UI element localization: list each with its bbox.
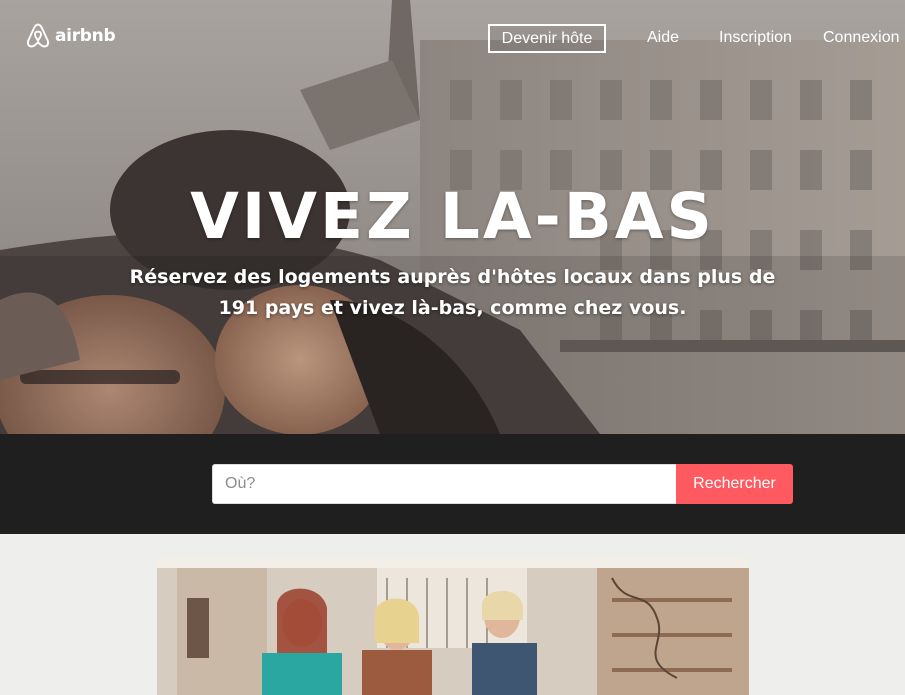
airbnb-logo-icon bbox=[26, 23, 50, 48]
become-host-button[interactable]: Devenir hôte bbox=[488, 24, 606, 53]
search-button[interactable]: Rechercher bbox=[676, 464, 793, 504]
signup-link[interactable]: Inscription bbox=[719, 29, 792, 47]
location-search-input[interactable] bbox=[212, 464, 677, 504]
hero-title: VIVEZ LA-BAS bbox=[190, 180, 715, 253]
hosts-welcome-photo bbox=[157, 558, 749, 695]
top-navigation: airbnb Devenir hôte Aide Inscription Con… bbox=[0, 0, 905, 76]
feature-photo bbox=[157, 558, 749, 695]
hero-section: airbnb Devenir hôte Aide Inscription Con… bbox=[0, 0, 905, 534]
hero-subtitle: Réservez des logements auprès d'hôtes lo… bbox=[129, 266, 776, 319]
login-link[interactable]: Connexion bbox=[823, 29, 900, 47]
search-bar: Rechercher bbox=[0, 434, 905, 534]
brand-name: airbnb bbox=[55, 26, 116, 46]
help-link[interactable]: Aide bbox=[647, 29, 679, 47]
brand-logo[interactable]: airbnb bbox=[24, 22, 116, 50]
